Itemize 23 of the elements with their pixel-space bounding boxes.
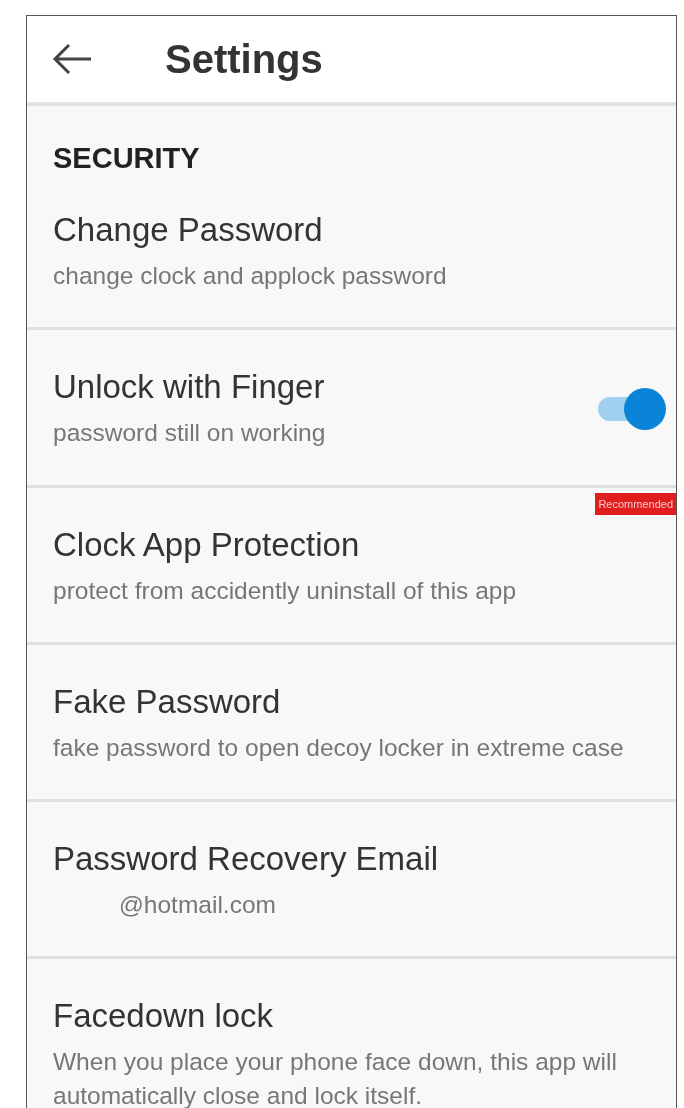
item-title: Change Password <box>53 211 324 249</box>
item-subtitle: fake password to open decoy locker in extreme case <box>53 732 625 763</box>
settings-item[interactable]: Recommended Clock App Protection protect from accidently uninstall of this app <box>27 484 676 642</box>
back-button[interactable] <box>51 42 93 76</box>
recommended-badge: Recommended <box>595 492 676 515</box>
item-subtitle: When you place your phone face down, this app will automatically close and lock itself. <box>53 1047 618 1108</box>
settings-item[interactable]: Change Password change clock and applock password <box>27 205 676 328</box>
section-heading: SECURITY <box>52 141 201 176</box>
settings-item[interactable]: Fake Password fake password to open decoy locker in extreme case <box>27 641 676 800</box>
item-subtitle: @hotmail.com <box>118 890 277 921</box>
item-subtitle: password still on working <box>53 418 327 449</box>
settings-item[interactable]: Facedown lock When you place your phone face down, this app will automatically close and lock itself. <box>27 956 676 1108</box>
back-arrow-icon <box>51 42 93 76</box>
item-title: Fake Password <box>53 682 282 721</box>
item-title: Facedown lock <box>53 997 275 1036</box>
settings-item[interactable]: Unlock with Finger password still on working <box>27 327 676 485</box>
screen-title: Settings <box>165 36 323 82</box>
item-title: Unlock with Finger <box>53 368 326 407</box>
item-title: Clock App Protection <box>53 525 361 564</box>
item-subtitle: protect from accidently uninstall of this app <box>53 575 517 606</box>
settings-item[interactable]: Password Recovery Email @hotmail.com <box>27 799 676 957</box>
item-subtitle: change clock and applock password <box>53 261 448 291</box>
item-title: Password Recovery Email <box>53 840 440 879</box>
